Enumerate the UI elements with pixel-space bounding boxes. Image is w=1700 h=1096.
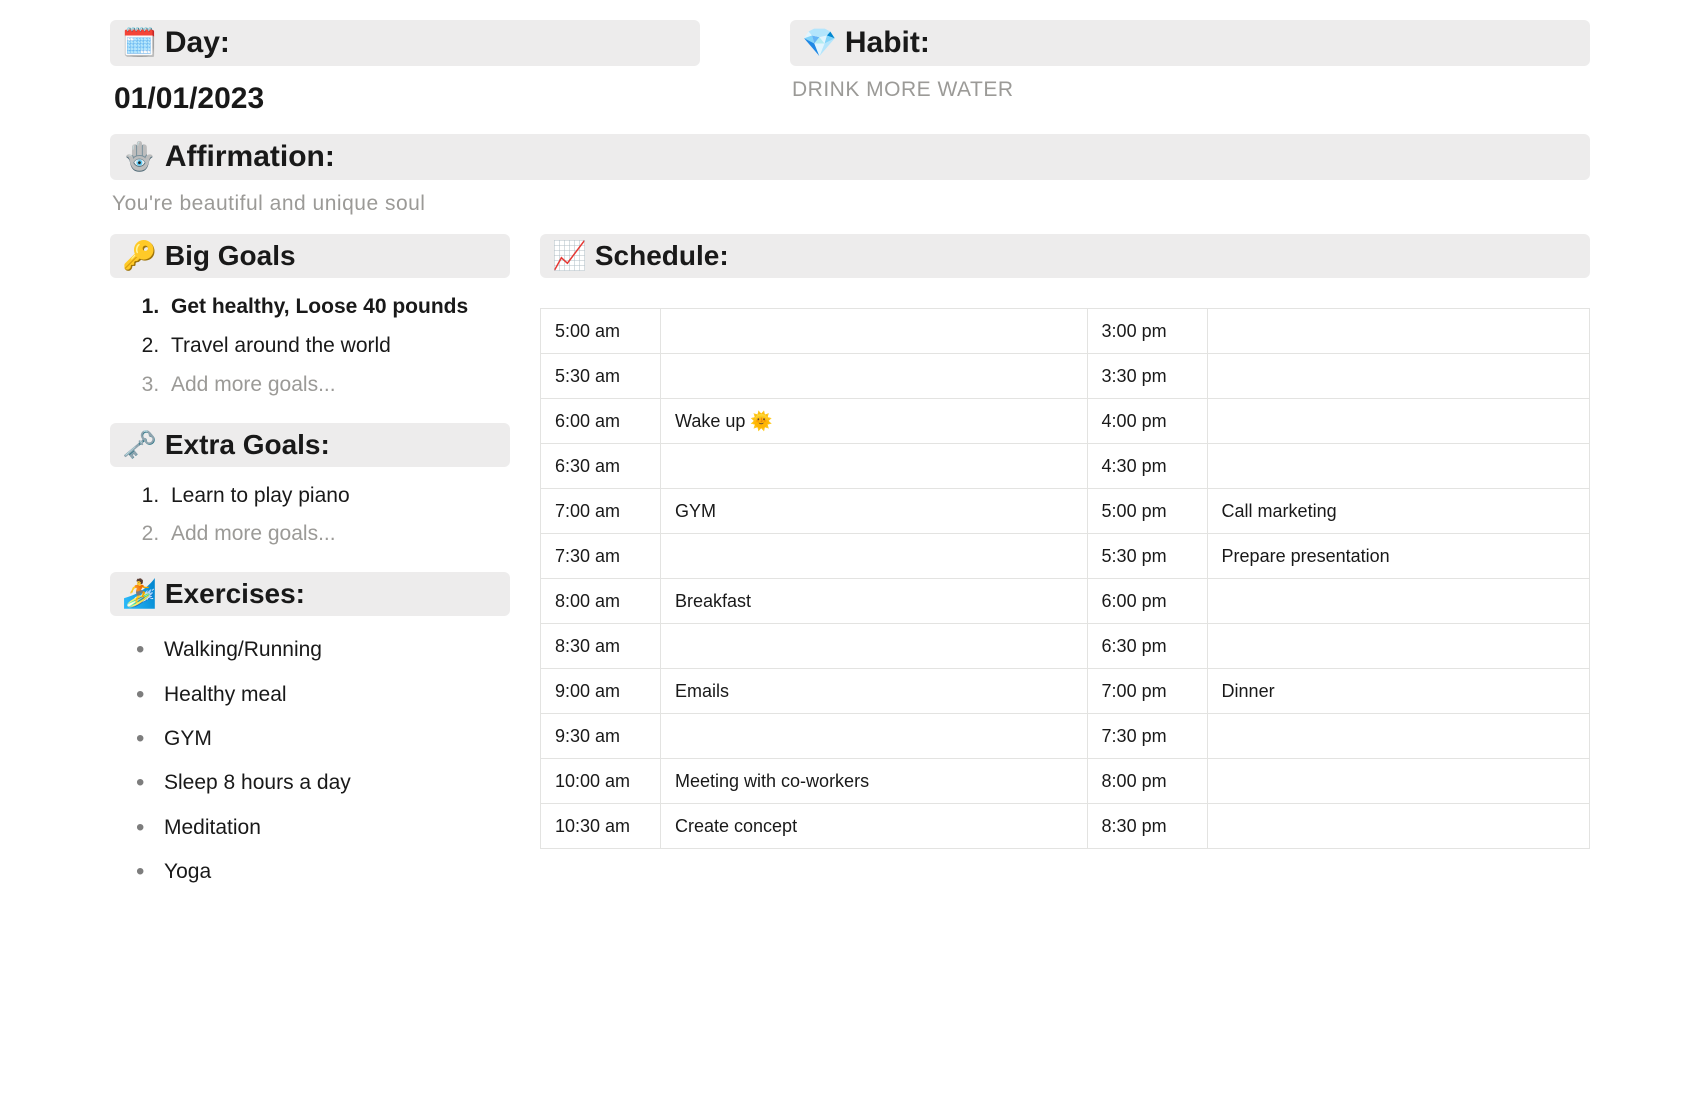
schedule-table[interactable]: 5:00 am3:00 pm5:30 am3:30 pm6:00 amWake … [540,308,1590,849]
table-row: 10:00 amMeeting with co-workers8:00 pm [541,759,1590,804]
table-row: 7:30 am 5:30 pmPrepare presentation [541,534,1590,579]
activity-cell[interactable] [1207,759,1589,804]
schedule-heading[interactable]: 📈 Schedule: [540,234,1590,278]
affirmation-heading[interactable]: 🪬 Affirmation: [110,134,1590,180]
table-row: 5:30 am 3:30 pm [541,354,1590,399]
activity-cell[interactable]: Meeting with co-workers [661,759,1088,804]
affirmation-label: Affirmation: [165,140,335,174]
activity-cell[interactable] [661,624,1088,669]
old-key-icon: 🗝️ [122,431,157,459]
table-row: 5:00 am 3:00 pm [541,309,1590,354]
time-cell[interactable]: 6:00 am [541,399,661,444]
hamsa-icon: 🪬 [122,143,157,171]
activity-cell[interactable]: Create concept [661,804,1088,849]
activity-cell[interactable]: Prepare presentation [1207,534,1589,579]
activity-cell[interactable] [1207,579,1589,624]
habit-heading[interactable]: 💎 Habit: [790,20,1590,66]
time-cell[interactable]: 4:30 pm [1087,444,1207,489]
table-row: 9:00 amEmails7:00 pmDinner [541,669,1590,714]
activity-cell[interactable] [1207,804,1589,849]
chart-icon: 📈 [552,242,587,270]
list-item[interactable]: Add more goals... [165,366,510,405]
table-row: 9:30 am 7:30 pm [541,714,1590,759]
time-cell[interactable]: 6:30 pm [1087,624,1207,669]
extra-goals-label: Extra Goals: [165,429,330,461]
habit-value[interactable]: DRINK MORE WATER [790,76,1590,120]
time-cell[interactable]: 7:00 pm [1087,669,1207,714]
activity-cell[interactable] [1207,399,1589,444]
extra-goals-list[interactable]: Learn to play pianoAdd more goals... [110,477,510,555]
time-cell[interactable]: 5:30 am [541,354,661,399]
exercises-label: Exercises: [165,578,305,610]
list-item[interactable]: Get healthy, Loose 40 pounds [165,288,510,327]
time-cell[interactable]: 7:30 pm [1087,714,1207,759]
list-item[interactable]: Healthy meal [142,673,510,717]
list-item[interactable]: Meditation [142,806,510,850]
activity-cell[interactable]: Breakfast [661,579,1088,624]
list-item[interactable]: Travel around the world [165,327,510,366]
day-value[interactable]: 01/01/2023 [110,76,700,134]
time-cell[interactable]: 6:00 pm [1087,579,1207,624]
table-row: 8:00 amBreakfast6:00 pm [541,579,1590,624]
day-heading[interactable]: 🗓️ Day: [110,20,700,66]
table-row: 10:30 amCreate concept8:30 pm [541,804,1590,849]
activity-cell[interactable]: Call marketing [1207,489,1589,534]
activity-cell[interactable] [1207,444,1589,489]
affirmation-value[interactable]: You're beautiful and unique soul [110,190,1590,234]
time-cell[interactable]: 7:30 am [541,534,661,579]
activity-cell[interactable] [1207,714,1589,759]
time-cell[interactable]: 8:30 am [541,624,661,669]
time-cell[interactable]: 3:00 pm [1087,309,1207,354]
exercises-list[interactable]: Walking/RunningHealthy mealGYMSleep 8 ho… [110,628,510,894]
schedule-label: Schedule: [595,240,729,272]
habit-label: Habit: [845,26,930,60]
list-item[interactable]: Sleep 8 hours a day [142,761,510,805]
big-goals-label: Big Goals [165,240,296,272]
time-cell[interactable]: 3:30 pm [1087,354,1207,399]
time-cell[interactable]: 7:00 am [541,489,661,534]
activity-cell[interactable]: GYM [661,489,1088,534]
list-item[interactable]: Walking/Running [142,628,510,672]
time-cell[interactable]: 8:00 pm [1087,759,1207,804]
activity-cell[interactable] [661,309,1088,354]
time-cell[interactable]: 4:00 pm [1087,399,1207,444]
time-cell[interactable]: 9:30 am [541,714,661,759]
big-goals-list[interactable]: Get healthy, Loose 40 poundsTravel aroun… [110,288,510,405]
time-cell[interactable]: 10:00 am [541,759,661,804]
table-row: 6:30 am 4:30 pm [541,444,1590,489]
time-cell[interactable]: 8:30 pm [1087,804,1207,849]
table-row: 7:00 amGYM5:00 pmCall marketing [541,489,1590,534]
list-item[interactable]: GYM [142,717,510,761]
table-row: 6:00 amWake up 🌞4:00 pm [541,399,1590,444]
surfer-icon: 🏄 [122,580,157,608]
big-goals-heading[interactable]: 🔑 Big Goals [110,234,510,278]
time-cell[interactable]: 5:30 pm [1087,534,1207,579]
activity-cell[interactable] [661,354,1088,399]
activity-cell[interactable]: Emails [661,669,1088,714]
time-cell[interactable]: 5:00 am [541,309,661,354]
day-label: Day: [165,26,230,60]
time-cell[interactable]: 10:30 am [541,804,661,849]
time-cell[interactable]: 6:30 am [541,444,661,489]
table-row: 8:30 am 6:30 pm [541,624,1590,669]
extra-goals-heading[interactable]: 🗝️ Extra Goals: [110,423,510,467]
key-icon: 🔑 [122,242,157,270]
activity-cell[interactable] [1207,354,1589,399]
list-item[interactable]: Yoga [142,850,510,894]
activity-cell[interactable] [1207,309,1589,354]
diamond-icon: 💎 [802,29,837,57]
exercises-heading[interactable]: 🏄 Exercises: [110,572,510,616]
activity-cell[interactable]: Dinner [1207,669,1589,714]
activity-cell[interactable] [661,534,1088,579]
time-cell[interactable]: 5:00 pm [1087,489,1207,534]
activity-cell[interactable] [1207,624,1589,669]
time-cell[interactable]: 9:00 am [541,669,661,714]
activity-cell[interactable]: Wake up 🌞 [661,399,1088,444]
time-cell[interactable]: 8:00 am [541,579,661,624]
list-item[interactable]: Add more goals... [165,515,510,554]
list-item[interactable]: Learn to play piano [165,477,510,516]
calendar-icon: 🗓️ [122,29,157,57]
activity-cell[interactable] [661,444,1088,489]
activity-cell[interactable] [661,714,1088,759]
